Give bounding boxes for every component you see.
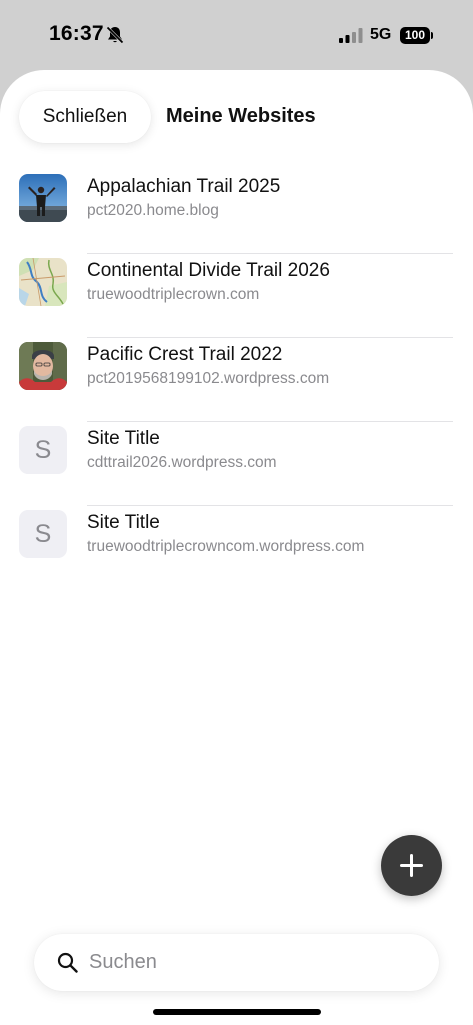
battery-tip	[431, 32, 433, 39]
bell-slash-icon	[106, 26, 124, 44]
site-icon-portrait-photo	[19, 342, 67, 390]
search-icon	[57, 952, 78, 973]
site-name: Site Title	[87, 428, 160, 449]
site-url: cdttrail2026.wordpress.com	[87, 454, 277, 471]
site-url: truewoodtriplecrowncom.wordpress.com	[87, 538, 365, 555]
site-name: Appalachian Trail 2025	[87, 176, 281, 197]
site-icon-trail-map-photo	[19, 258, 67, 306]
home-indicator[interactable]	[153, 1009, 321, 1015]
site-icon-hiker-photo	[19, 174, 67, 222]
site-url: pct2020.home.blog	[87, 202, 219, 219]
battery-level: 100	[404, 28, 426, 42]
network-label: 5G	[370, 26, 392, 43]
site-icon-letter: S	[19, 510, 67, 558]
battery-icon: 100	[400, 27, 430, 44]
search-input[interactable]	[89, 934, 419, 991]
close-button[interactable]: Schließen	[19, 91, 151, 143]
plus-icon	[400, 854, 423, 877]
page-title: Meine Websites	[166, 105, 316, 127]
site-url: pct2019568199102.wordpress.com	[87, 370, 330, 387]
site-row[interactable]: S Site Title truewoodtriplecrowncom.word…	[0, 506, 473, 590]
add-site-button[interactable]	[381, 835, 442, 896]
search-bar[interactable]	[34, 934, 439, 991]
sites-sheet: Schließen Meine Websites Appalachian Tra…	[0, 70, 473, 1025]
site-row[interactable]: Appalachian Trail 2025 pct2020.home.blog	[0, 170, 473, 254]
site-icon-letter: S	[19, 426, 67, 474]
site-row[interactable]: Continental Divide Trail 2026 truewoodtr…	[0, 254, 473, 338]
site-name: Pacific Crest Trail 2022	[87, 344, 283, 365]
status-bar: 16:37 5G 100	[0, 0, 473, 70]
site-row[interactable]: S Site Title cdttrail2026.wordpress.com	[0, 422, 473, 506]
site-name: Site Title	[87, 512, 160, 533]
site-name: Continental Divide Trail 2026	[87, 260, 330, 281]
cellular-signal-icon	[339, 28, 363, 43]
site-row[interactable]: Pacific Crest Trail 2022 pct201956819910…	[0, 338, 473, 422]
site-url: truewoodtriplecrown.com	[87, 286, 260, 303]
site-list: Appalachian Trail 2025 pct2020.home.blog…	[0, 170, 473, 590]
status-time: 16:37	[49, 22, 104, 45]
